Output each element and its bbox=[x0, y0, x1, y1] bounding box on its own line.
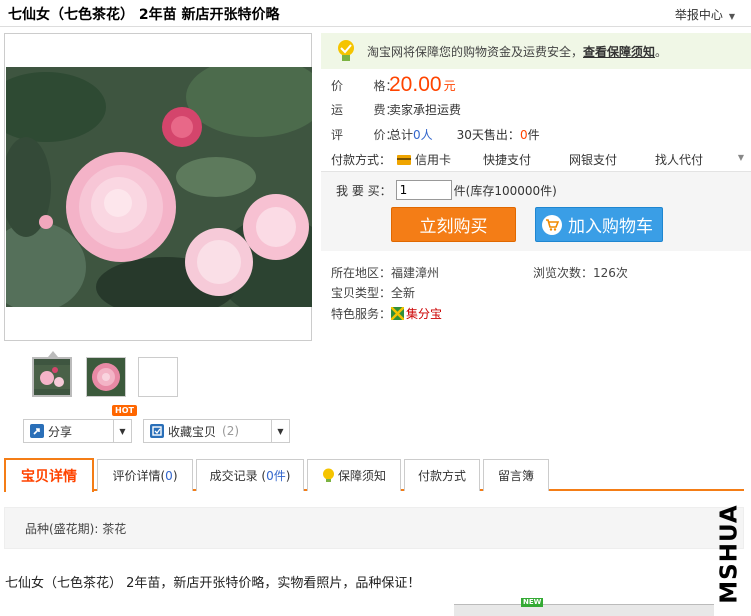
views-label: 浏览次数： bbox=[533, 266, 594, 280]
watermark-text: MSHUA bbox=[717, 504, 744, 604]
tab-payment[interactable]: 付款方式 bbox=[404, 459, 480, 491]
service-link[interactable]: 集分宝 bbox=[406, 305, 442, 322]
payment-proxy-pay[interactable]: 找人代付 bbox=[655, 151, 703, 168]
item-description: 七仙女（七色茶花） 2年苗，新店开张特价略，实物看照片，品种保证！ bbox=[5, 576, 421, 591]
quantity-row: 我 要 买： 件 (库存100000件) bbox=[336, 180, 557, 200]
review-total-link[interactable]: 0人 bbox=[413, 126, 433, 143]
shield-bulb-icon bbox=[335, 39, 357, 63]
share-label: 分享 bbox=[48, 424, 73, 439]
guarantee-period: 。 bbox=[655, 44, 668, 59]
page-title: 七仙女（七色茶花） 2年苗 新店开张特价略 bbox=[8, 7, 280, 23]
favorite-icon bbox=[150, 424, 164, 438]
payment-option-label: 信用卡 bbox=[415, 153, 452, 167]
item-attributes: 品种(盛花期): 茶花 bbox=[4, 507, 744, 549]
shipping-label: 运 费： bbox=[331, 103, 398, 117]
tab-count: 0 bbox=[165, 468, 173, 483]
jifenbao-icon bbox=[391, 307, 405, 320]
payment-option-label: 网银支付 bbox=[569, 153, 618, 167]
payment-credit-card[interactable]: 信用卡 bbox=[397, 151, 483, 168]
tab-label-suffix: ) bbox=[285, 468, 291, 483]
attribute-text: 品种(盛花期): 茶花 bbox=[25, 521, 127, 536]
tab-label: 付款方式 bbox=[417, 469, 466, 483]
tab-label-suffix: ) bbox=[172, 468, 178, 483]
views-row: 浏览次数： 126次 bbox=[533, 264, 628, 281]
tab-reviews[interactable]: 评价详情(0) bbox=[97, 459, 193, 491]
sold-prefix: 30天售出： bbox=[456, 128, 520, 142]
price-value: 20.00 bbox=[389, 73, 442, 96]
tab-label: 留言簿 bbox=[497, 469, 534, 483]
quantity-unit: 件 bbox=[453, 183, 466, 198]
hot-badge: HOT bbox=[112, 405, 137, 416]
report-center-menu[interactable]: 举报中心 ▼ bbox=[675, 6, 735, 23]
review-total-prefix: 总计 bbox=[389, 128, 414, 142]
tab-message-board[interactable]: 留言簿 bbox=[483, 459, 549, 491]
quantity-label: 我 要 买： bbox=[336, 183, 392, 198]
location-label: 所在地区： bbox=[331, 266, 392, 280]
bulb-icon bbox=[322, 468, 335, 483]
price-unit: 元 bbox=[443, 78, 456, 93]
share-button[interactable]: 分享 ▼ bbox=[23, 419, 132, 443]
shipping-value: 卖家承担运费 bbox=[389, 103, 462, 117]
chevron-down-icon[interactable]: ▼ bbox=[738, 153, 744, 162]
favorite-count: (2) bbox=[222, 424, 240, 438]
location-row: 所在地区： 福建漳州 bbox=[331, 264, 439, 281]
payment-label: 付款方式： bbox=[331, 153, 392, 167]
tab-count: 0件 bbox=[266, 469, 286, 483]
watermark: MSHUA bbox=[712, 498, 748, 610]
review-row: 评 价： 总计 0人 30天售出： 0 件 bbox=[331, 126, 540, 143]
bottom-toolbar bbox=[454, 604, 714, 616]
thumbnail-3[interactable] bbox=[138, 357, 178, 397]
sold-count: 0 bbox=[519, 127, 528, 142]
buy-now-button[interactable]: 立刻购买 bbox=[391, 207, 516, 242]
payment-quick-pay[interactable]: 快捷支付 bbox=[483, 151, 569, 168]
payment-online-bank[interactable]: 网银支付 bbox=[569, 151, 655, 168]
stock-text: (库存100000件) bbox=[465, 183, 557, 198]
guarantee-link[interactable]: 查看保障须知 bbox=[583, 43, 655, 60]
tab-label: 保障须知 bbox=[337, 469, 386, 483]
tab-label: 宝贝详情 bbox=[21, 469, 77, 485]
new-badge: NEW bbox=[521, 598, 544, 607]
chevron-down-icon: ▼ bbox=[728, 12, 735, 21]
guarantee-text: 淘宝网将保障您的购物资金及运费安全， bbox=[367, 44, 584, 59]
chevron-down-icon[interactable]: ▼ bbox=[271, 420, 289, 442]
guarantee-notice: 淘宝网将保障您的购物资金及运费安全， 查看保障须知。 bbox=[321, 33, 751, 69]
main-photo-frame[interactable] bbox=[4, 33, 312, 341]
service-label: 特色服务： bbox=[331, 307, 392, 321]
payment-option-label: 快捷支付 bbox=[483, 153, 532, 167]
item-type-row: 宝贝类型： 全新 bbox=[331, 284, 415, 301]
report-center-label: 举报中心 bbox=[674, 8, 723, 22]
favorite-button[interactable]: 收藏宝贝 (2) ▼ bbox=[143, 419, 290, 443]
cart-icon bbox=[542, 214, 562, 235]
quantity-input[interactable] bbox=[395, 180, 452, 200]
main-product-photo bbox=[6, 67, 312, 307]
credit-card-icon bbox=[397, 154, 411, 165]
tab-transactions[interactable]: 成交记录 (0件) bbox=[196, 459, 304, 491]
tab-item-details[interactable]: 宝贝详情 bbox=[4, 458, 94, 492]
review-label: 评 价： bbox=[331, 128, 398, 142]
payment-methods: 付款方式： 信用卡 快捷支付 网银支付 找人代付 ▼ bbox=[331, 151, 744, 168]
detail-tabs: 宝贝详情 评价详情(0) 成交记录 (0件) 保障须知 付款方式 留言簿 bbox=[4, 458, 744, 492]
tab-label: 评价详情( bbox=[112, 469, 166, 483]
add-to-cart-button[interactable]: 加入购物车 bbox=[535, 207, 663, 242]
tab-label: 成交记录 ( bbox=[209, 469, 267, 483]
add-to-cart-label: 加入购物车 bbox=[568, 217, 653, 237]
payment-option-label: 找人代付 bbox=[655, 153, 704, 167]
price-label: 价 格： bbox=[331, 78, 398, 93]
thumbnail-2[interactable] bbox=[86, 357, 126, 397]
item-type-label: 宝贝类型： bbox=[331, 286, 392, 300]
service-row: 特色服务： 集分宝 bbox=[331, 305, 442, 322]
views-value: 126次 bbox=[593, 266, 628, 280]
sold-unit: 件 bbox=[527, 128, 540, 142]
location-value: 福建漳州 bbox=[391, 266, 440, 280]
title-divider bbox=[0, 26, 751, 27]
thumbnail-1[interactable] bbox=[32, 357, 72, 397]
item-type-value: 全新 bbox=[391, 286, 416, 300]
tab-guarantee[interactable]: 保障须知 bbox=[307, 459, 401, 491]
shipping-row: 运 费： 卖家承担运费 bbox=[331, 101, 461, 118]
share-icon bbox=[30, 424, 44, 438]
chevron-down-icon[interactable]: ▼ bbox=[113, 420, 131, 442]
favorite-label: 收藏宝贝 bbox=[168, 424, 217, 439]
price-row: 价 格： 20.00 元 bbox=[331, 73, 456, 97]
